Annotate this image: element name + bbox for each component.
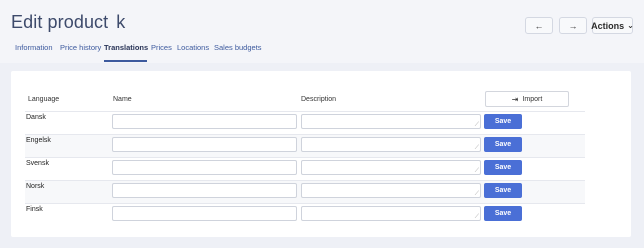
arrow-right-icon: → (568, 20, 578, 31)
description-textarea[interactable]: ⟋ (301, 206, 481, 221)
row-language: Norsk (26, 183, 45, 190)
translations-table: Dansk ⟋ Save Engelsk ⟋ Save Svensk ⟋ Sav… (25, 111, 585, 226)
save-button[interactable]: Save (484, 183, 522, 198)
description-textarea[interactable]: ⟋ (301, 137, 481, 152)
resize-handle-icon[interactable]: ⟋ (475, 168, 479, 174)
row-language: Finsk (26, 206, 43, 213)
description-textarea[interactable]: ⟋ (301, 160, 481, 175)
tab-prices[interactable]: Prices (151, 41, 172, 60)
page-title-suffix: k (116, 12, 126, 32)
name-input[interactable] (112, 183, 297, 198)
save-button[interactable]: Save (484, 137, 522, 152)
translations-panel: Language Name Description ⇥ Import Dansk… (11, 71, 631, 237)
resize-handle-icon[interactable]: ⟋ (475, 145, 479, 151)
name-input[interactable] (112, 160, 297, 175)
tab-price-history[interactable]: Price history (60, 41, 101, 60)
column-header-language: Language (28, 96, 60, 103)
next-button[interactable]: → (559, 17, 587, 34)
actions-label: Actions (591, 20, 625, 31)
description-textarea[interactable]: ⟋ (301, 183, 481, 198)
tab-sales-budgets[interactable]: Sales budgets (214, 41, 262, 60)
page-title: Edit product k (11, 12, 125, 33)
tab-bar: Information Price history Translations P… (0, 41, 644, 62)
tab-locations[interactable]: Locations (177, 41, 209, 60)
table-row: Finsk ⟋ Save (25, 203, 585, 226)
resize-handle-icon[interactable]: ⟋ (475, 191, 479, 197)
name-input[interactable] (112, 137, 297, 152)
table-row: Engelsk ⟋ Save (25, 134, 585, 157)
column-header-name: Name (113, 96, 132, 103)
row-language: Dansk (26, 114, 46, 121)
table-row: Norsk ⟋ Save (25, 180, 585, 203)
row-language: Engelsk (26, 137, 51, 144)
name-input[interactable] (112, 206, 297, 221)
description-textarea[interactable]: ⟋ (301, 114, 481, 129)
name-input[interactable] (112, 114, 297, 129)
actions-dropdown-button[interactable]: Actions ⌄ (591, 17, 634, 34)
page-title-text: Edit product (11, 12, 109, 32)
arrow-left-icon: ← (534, 20, 544, 31)
table-row: Svensk ⟋ Save (25, 157, 585, 180)
previous-button[interactable]: ← (525, 17, 553, 34)
column-header-description: Description (301, 96, 337, 103)
save-button[interactable]: Save (484, 206, 522, 221)
resize-handle-icon[interactable]: ⟋ (475, 214, 479, 220)
tab-information[interactable]: Information (15, 41, 53, 60)
save-button[interactable]: Save (484, 114, 522, 129)
resize-handle-icon[interactable]: ⟋ (475, 122, 479, 128)
tab-translations[interactable]: Translations (104, 41, 148, 62)
import-button[interactable]: ⇥ Import (485, 91, 569, 107)
import-icon: ⇥ (511, 94, 519, 104)
import-label: Import (522, 95, 543, 103)
table-row: Dansk ⟋ Save (25, 111, 585, 134)
save-button[interactable]: Save (484, 160, 522, 175)
row-language: Svensk (26, 160, 49, 167)
chevron-down-icon: ⌄ (627, 21, 634, 30)
